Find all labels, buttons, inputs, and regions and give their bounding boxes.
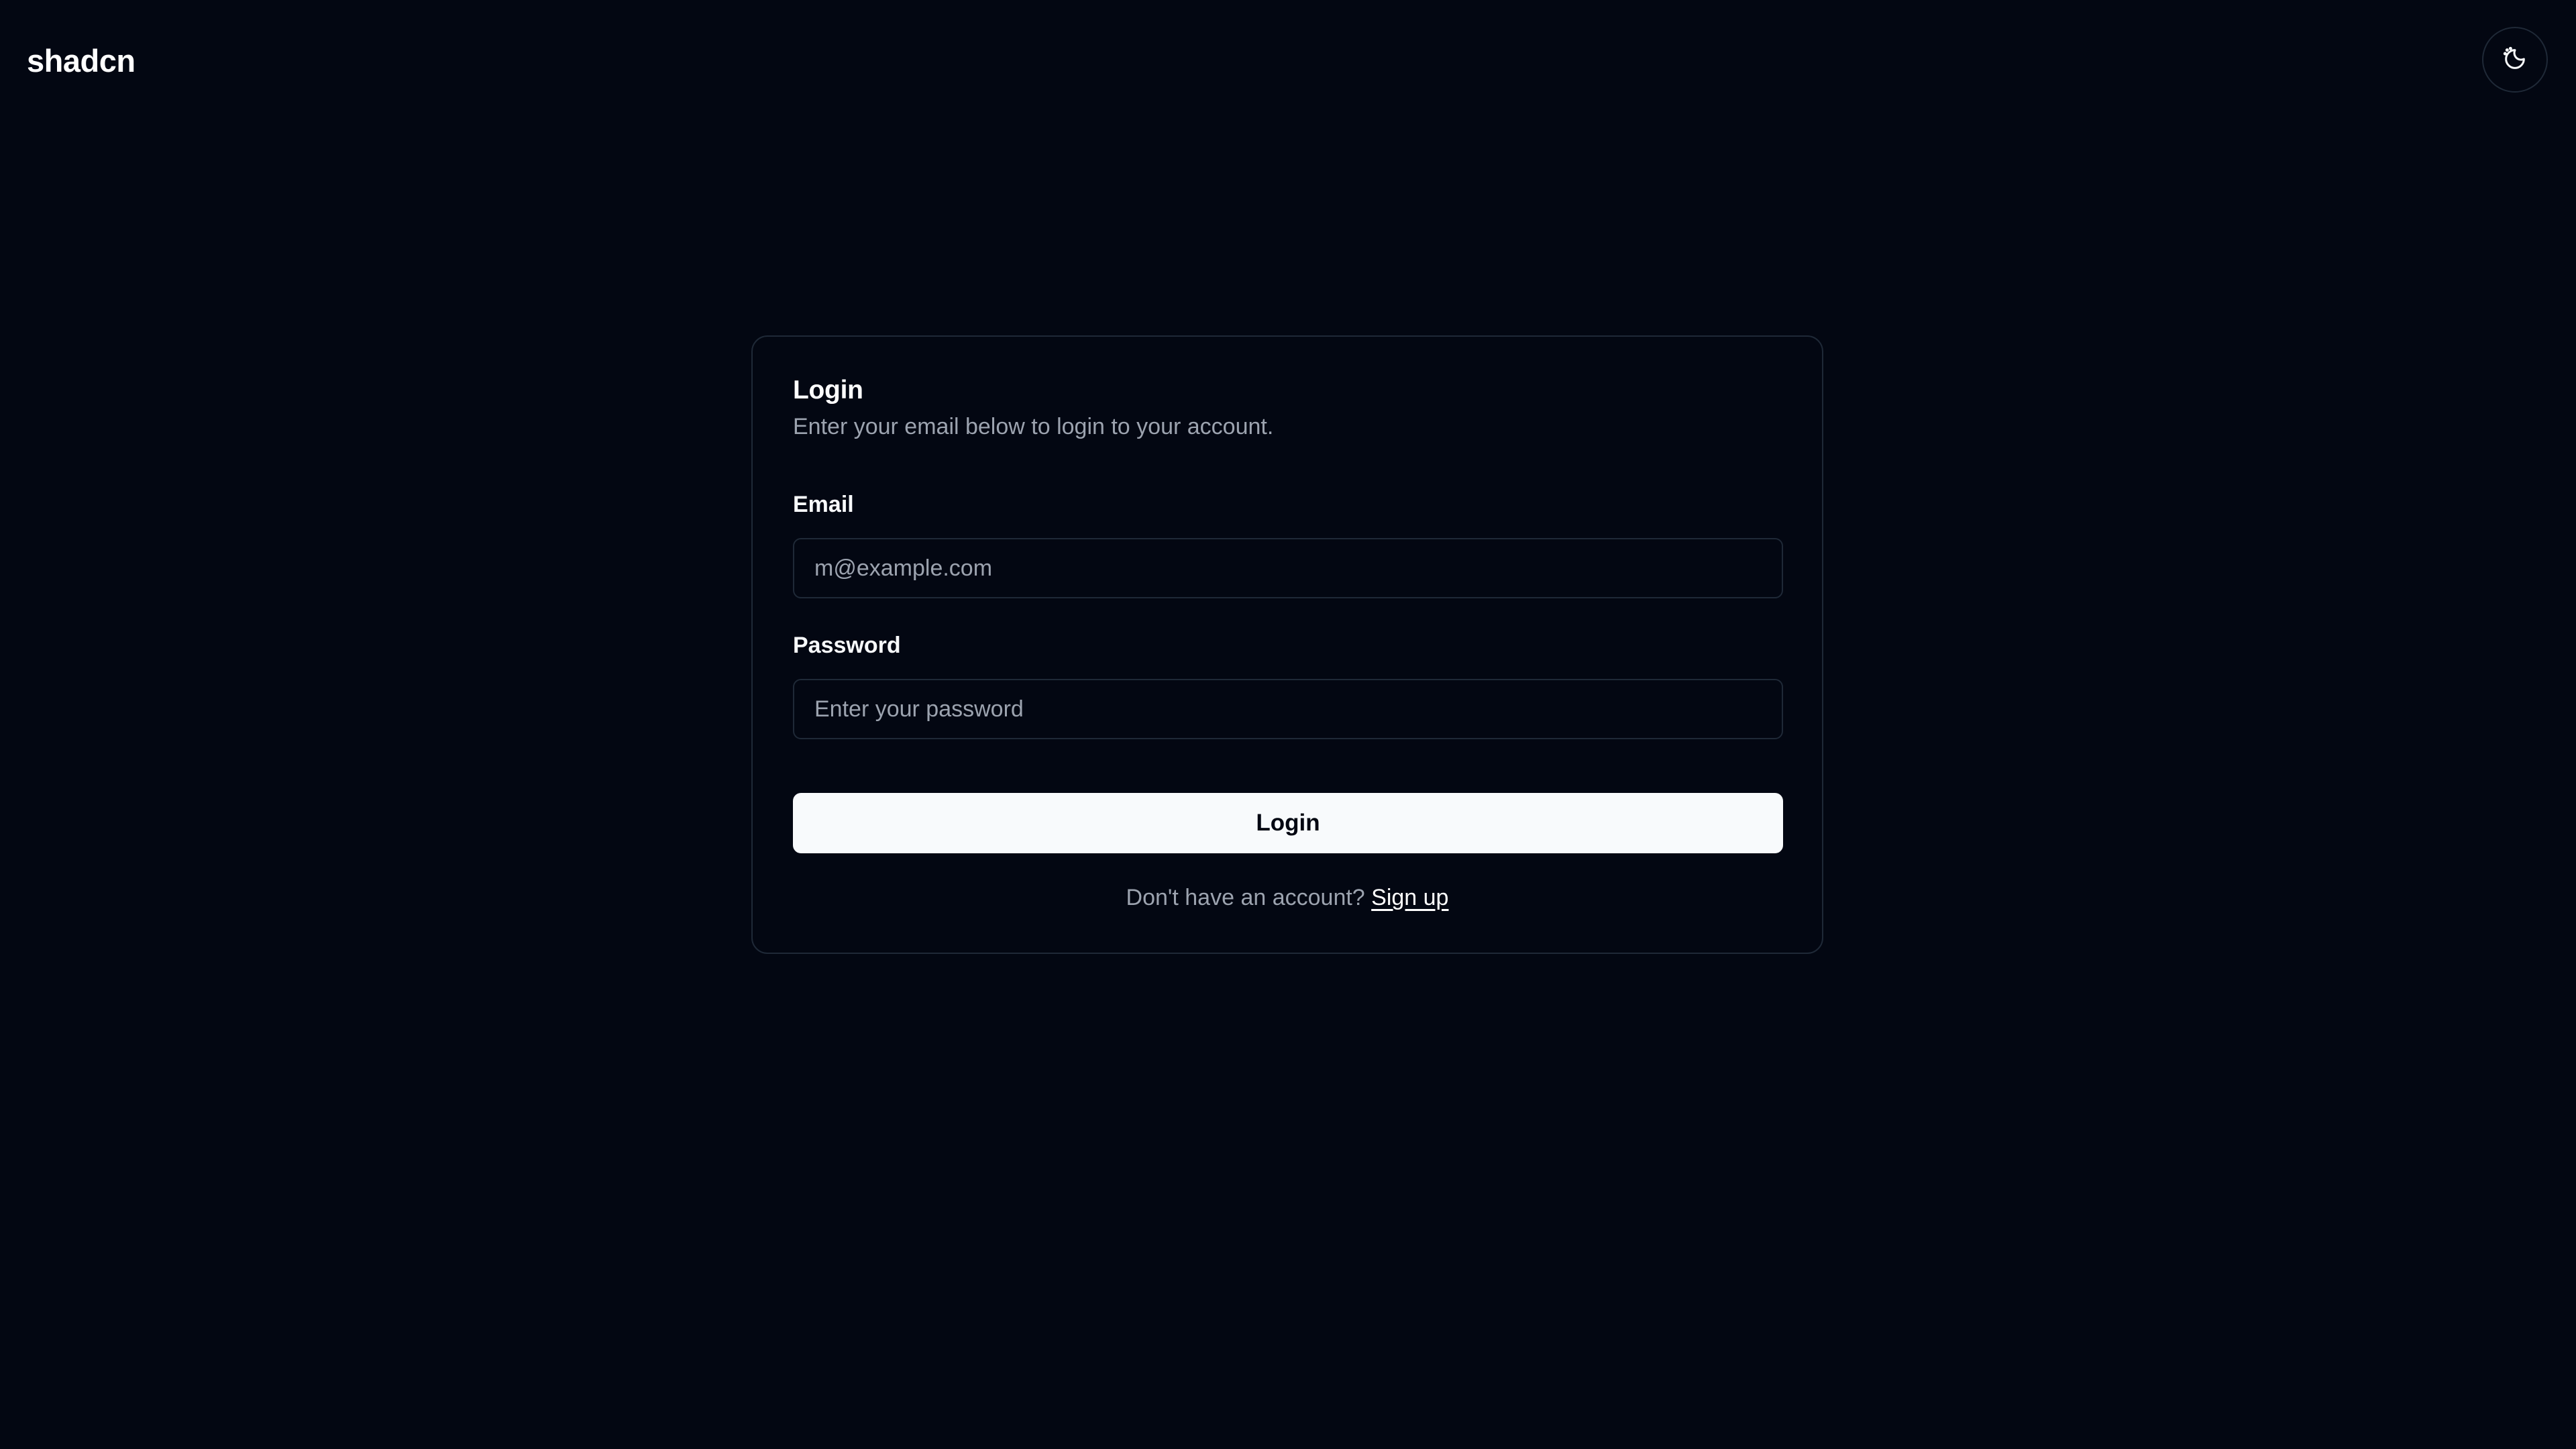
login-card: Login Enter your email below to login to…	[751, 335, 1823, 954]
card-title: Login	[793, 376, 863, 405]
brand-logo[interactable]: shadcn	[27, 42, 136, 80]
card-description: Enter your email below to login to your …	[793, 414, 1274, 439]
email-label: Email	[793, 492, 854, 517]
signup-row: Don't have an account? Sign up	[753, 883, 1822, 912]
password-label: Password	[793, 633, 901, 658]
login-button[interactable]: Login	[793, 793, 1783, 853]
email-input[interactable]	[793, 538, 1783, 598]
signup-link[interactable]: Sign up	[1371, 885, 1448, 910]
theme-toggle-button[interactable]	[2482, 27, 2548, 93]
theme-toggle-icon	[2502, 46, 2528, 74]
signup-prompt: Don't have an account?	[1126, 885, 1372, 910]
password-input[interactable]	[793, 679, 1783, 739]
